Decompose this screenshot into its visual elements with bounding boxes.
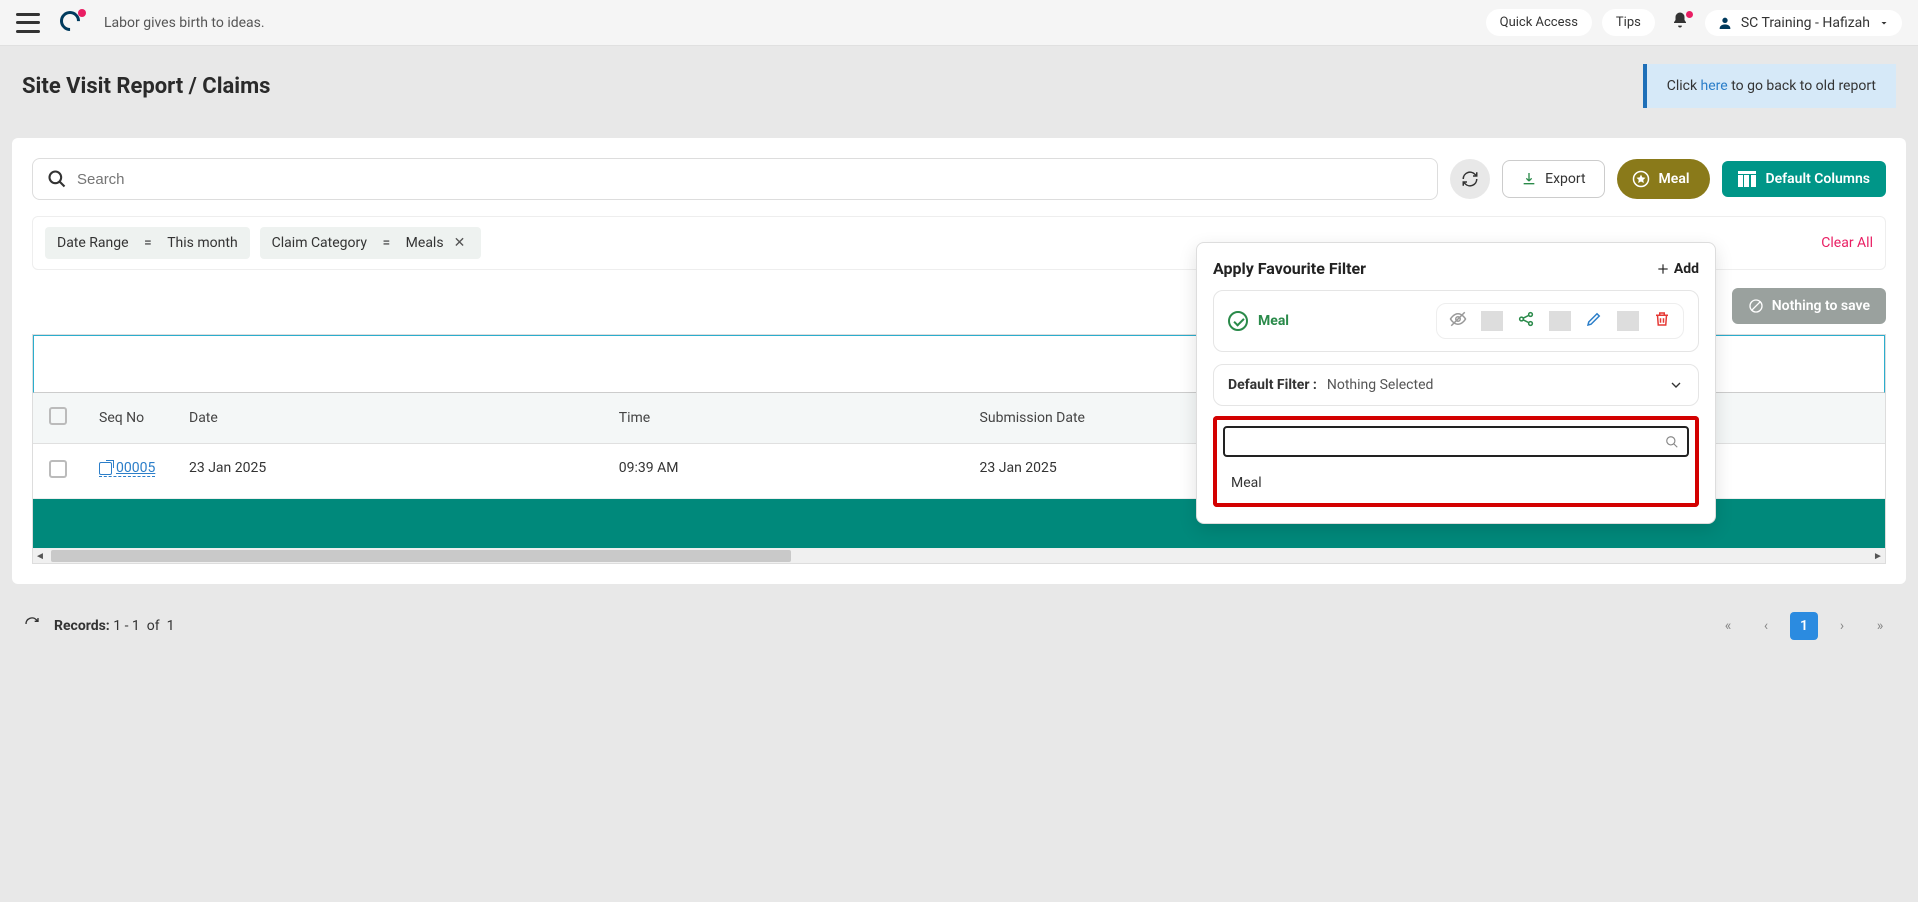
user-icon — [1717, 15, 1733, 31]
refresh-button[interactable] — [1450, 159, 1490, 199]
footer: Records: 1 - 1 of 1 « ‹ 1 › » — [0, 596, 1918, 656]
scroll-right-arrow[interactable]: ► — [1871, 549, 1885, 563]
top-bar: Labor gives birth to ideas. Quick Access… — [0, 0, 1918, 46]
title-row: Site Visit Report / Claims Click here to… — [0, 46, 1918, 126]
page-prev[interactable]: ‹ — [1752, 612, 1780, 640]
main-panel: Export Meal Default Columns Date Range =… — [12, 138, 1906, 584]
saved-filter-meal[interactable]: Meal — [1213, 290, 1699, 352]
page-next[interactable]: › — [1828, 612, 1856, 640]
row-checkbox[interactable] — [49, 460, 67, 478]
download-icon — [1521, 171, 1537, 187]
col-date[interactable]: Date — [173, 393, 603, 444]
default-columns-label: Default Columns — [1766, 171, 1871, 187]
export-button[interactable]: Export — [1502, 160, 1604, 198]
filter-chip-date-range[interactable]: Date Range = This month — [45, 227, 250, 259]
clear-all-link[interactable]: Clear All — [1821, 235, 1873, 251]
favourite-filter-label: Meal — [1659, 171, 1690, 187]
cell-time: 09:39 AM — [603, 444, 964, 499]
page-first[interactable]: « — [1714, 612, 1742, 640]
plus-icon — [1656, 262, 1670, 276]
filter-search-box — [1213, 416, 1699, 463]
default-filter-select[interactable]: Default Filter : Nothing Selected — [1213, 364, 1699, 406]
saved-filter-name: Meal — [1258, 313, 1289, 329]
old-report-link[interactable]: here — [1701, 78, 1728, 94]
search-input[interactable] — [77, 171, 1423, 188]
col-seq[interactable]: Seq No — [83, 393, 173, 444]
saved-filter-actions — [1436, 303, 1684, 339]
remove-chip-icon[interactable]: ✕ — [450, 235, 470, 251]
quick-access-button[interactable]: Quick Access — [1486, 9, 1592, 36]
edit-filter-button[interactable] — [1583, 310, 1605, 332]
horizontal-scrollbar[interactable]: ◄ ► — [33, 549, 1885, 563]
export-label: Export — [1545, 171, 1585, 187]
refresh-icon — [24, 616, 40, 632]
page-title: Site Visit Report / Claims — [22, 74, 270, 99]
user-name: SC Training - Hafizah — [1741, 15, 1870, 31]
tagline-text: Labor gives birth to ideas. — [104, 15, 265, 31]
cell-date: 23 Jan 2025 — [173, 444, 603, 499]
pagination: « ‹ 1 › » — [1714, 612, 1894, 640]
default-columns-button[interactable]: Default Columns — [1722, 161, 1887, 197]
footer-refresh-button[interactable] — [24, 616, 40, 636]
add-filter-button[interactable]: Add — [1656, 261, 1699, 277]
seq-link[interactable]: 00005 — [99, 460, 155, 477]
notifications-button[interactable] — [1665, 11, 1695, 34]
page-last[interactable]: » — [1866, 612, 1894, 640]
col-time[interactable]: Time — [603, 393, 964, 444]
hamburger-menu[interactable] — [16, 13, 40, 33]
select-all-checkbox[interactable] — [49, 407, 67, 425]
delete-filter-button[interactable] — [1651, 310, 1673, 332]
page-current[interactable]: 1 — [1790, 612, 1818, 640]
scroll-left-arrow[interactable]: ◄ — [33, 549, 47, 563]
fav-panel-title: Apply Favourite Filter — [1213, 259, 1366, 278]
scroll-thumb[interactable] — [51, 550, 791, 562]
app-logo — [60, 11, 84, 35]
open-icon — [99, 462, 112, 475]
tips-button[interactable]: Tips — [1602, 9, 1655, 36]
favourite-filter-button[interactable]: Meal — [1617, 159, 1710, 199]
col-checkbox — [33, 393, 83, 444]
prohibit-icon — [1748, 298, 1764, 314]
search-wrap — [32, 158, 1438, 200]
hide-filter-button[interactable] — [1447, 310, 1469, 332]
records-text: Records: 1 - 1 of 1 — [54, 618, 174, 634]
chevron-down-icon — [1668, 377, 1684, 393]
favourite-filter-panel: Apply Favourite Filter Add Meal — [1196, 242, 1716, 524]
nothing-to-save-button: Nothing to save — [1732, 288, 1886, 324]
chevron-down-icon — [1878, 17, 1890, 29]
filter-chip-claim-category[interactable]: Claim Category = Meals ✕ — [260, 227, 482, 259]
user-menu[interactable]: SC Training - Hafizah — [1705, 10, 1902, 36]
toolbar: Export Meal Default Columns — [32, 158, 1886, 200]
action-row: Nothing to save Apply Favourite Filter A… — [32, 288, 1886, 324]
share-filter-button[interactable] — [1515, 310, 1537, 332]
search-icon — [47, 169, 67, 189]
refresh-icon — [1461, 170, 1479, 188]
filter-search-input[interactable] — [1233, 434, 1665, 449]
star-icon — [1631, 169, 1651, 189]
search-icon — [1665, 435, 1679, 449]
old-report-banner: Click here to go back to old report — [1643, 64, 1896, 108]
columns-icon — [1738, 171, 1756, 187]
check-circle-icon — [1228, 311, 1248, 331]
filter-option-meal[interactable]: Meal — [1213, 463, 1699, 507]
